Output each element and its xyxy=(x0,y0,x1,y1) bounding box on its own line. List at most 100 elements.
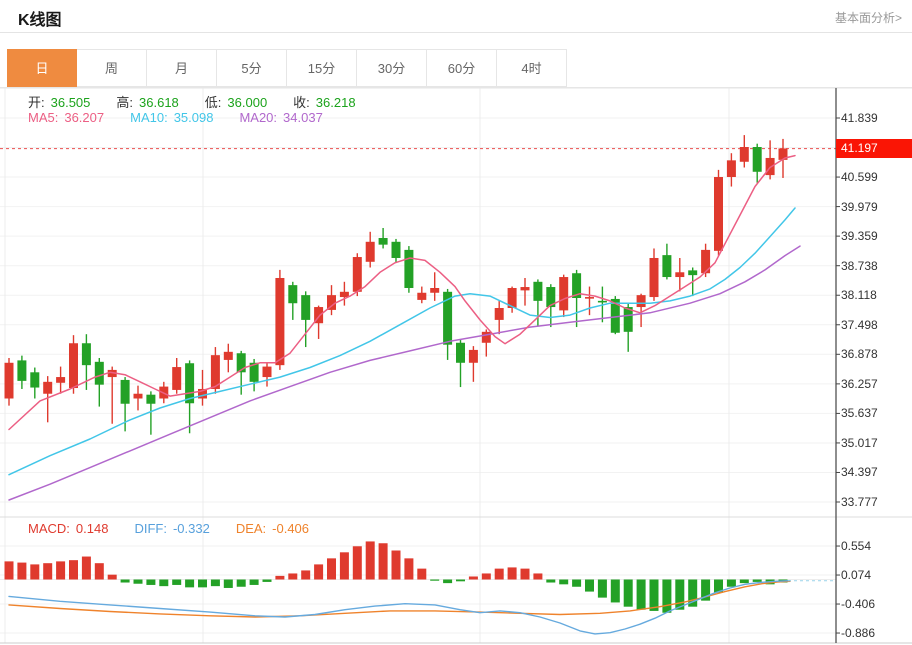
macd-bar xyxy=(366,541,375,579)
macd-bar xyxy=(650,580,659,611)
info-value: 36.618 xyxy=(139,95,179,110)
macd-bar xyxy=(379,543,388,579)
candle-body xyxy=(495,308,504,320)
tab-interval-5[interactable]: 30分 xyxy=(357,49,427,87)
macd-bar xyxy=(495,569,504,580)
candle-body xyxy=(301,295,310,320)
price-tick-label: 39.359 xyxy=(841,229,878,243)
tab-interval-7[interactable]: 4时 xyxy=(497,49,567,87)
candle-body xyxy=(69,343,78,388)
macd-bar xyxy=(624,580,633,607)
macd-bar xyxy=(134,580,143,584)
macd-bar xyxy=(224,580,233,588)
candle-body xyxy=(533,282,542,301)
candle-body xyxy=(688,270,697,275)
candle-body xyxy=(366,242,375,262)
price-tick-label: 35.017 xyxy=(841,436,878,450)
info-pair: MA5: 36.207 xyxy=(28,110,110,125)
macd-bar xyxy=(740,580,749,584)
macd-bar xyxy=(121,580,130,583)
tab-interval-3[interactable]: 5分 xyxy=(217,49,287,87)
tab-interval-2[interactable]: 月 xyxy=(147,49,217,87)
info-pair: 高: 36.618 xyxy=(116,92,184,111)
macd-bar xyxy=(159,580,168,587)
macd-bar xyxy=(275,576,284,580)
price-tick-label: 37.498 xyxy=(841,318,878,332)
price-tick-label: 34.397 xyxy=(841,465,878,479)
price-tick-label: 40.599 xyxy=(841,170,878,184)
macd-bar xyxy=(392,551,401,580)
info-value: 34.037 xyxy=(283,110,323,125)
candle-body xyxy=(598,301,607,303)
info-pair: MACD:0.148 xyxy=(28,521,114,536)
price-tick-label: 36.257 xyxy=(841,377,878,391)
macd-bar xyxy=(430,580,439,581)
candle-body xyxy=(224,352,233,360)
price-tick-label: 38.118 xyxy=(841,288,877,302)
info-label: MA10: xyxy=(130,110,168,125)
info-pair: 低:36.000 xyxy=(205,92,273,111)
macd-bar xyxy=(263,580,272,582)
macd-tick-label: -0.406 xyxy=(841,597,875,611)
info-label: DEA: xyxy=(236,521,266,536)
macd-bar xyxy=(598,580,607,598)
candle-body xyxy=(559,277,568,310)
macd-bar xyxy=(469,576,478,579)
info-pair: DIFF: -0.332 xyxy=(134,521,215,536)
tab-interval-4[interactable]: 15分 xyxy=(287,49,357,87)
macd-bar xyxy=(185,580,194,588)
info-label: 收: xyxy=(293,95,310,110)
tab-interval-6[interactable]: 60分 xyxy=(427,49,497,87)
tab-interval-0[interactable]: 日 xyxy=(7,49,77,87)
price-tick-label: 41.839 xyxy=(841,111,878,125)
ma10-line xyxy=(9,208,795,475)
macd-bar xyxy=(611,580,620,603)
macd-bar xyxy=(482,573,491,579)
macd-bar xyxy=(727,580,736,587)
candle-body xyxy=(675,272,684,277)
candle-body xyxy=(727,160,736,177)
price-tick-label: 38.738 xyxy=(841,259,878,273)
macd-tick-label: 0.554 xyxy=(841,539,871,553)
price-tick-label: 35.637 xyxy=(841,406,878,420)
kline-app: K线图 基本面分析> 日周月5分15分30分60分4时 开:36.505高:36… xyxy=(0,0,912,645)
candle-body xyxy=(56,377,65,383)
macd-bar xyxy=(108,575,117,580)
macd-bar xyxy=(5,561,14,579)
candle-body xyxy=(430,288,439,293)
info-label: MA5: xyxy=(28,110,58,125)
candle-body xyxy=(753,147,762,172)
info-label: 高: xyxy=(116,95,133,110)
macd-bar xyxy=(559,580,568,585)
price-tick-label: 33.777 xyxy=(841,495,878,509)
macd-bar xyxy=(314,564,323,579)
info-value: 36.207 xyxy=(64,110,104,125)
macd-bar xyxy=(30,564,39,579)
candle-body xyxy=(417,293,426,300)
macd-bar xyxy=(753,580,762,582)
info-value: -0.332 xyxy=(173,521,210,536)
macd-bar xyxy=(237,580,246,587)
info-value: -0.406 xyxy=(272,521,309,536)
macd-bar xyxy=(353,546,362,579)
candle-body xyxy=(146,395,155,404)
info-label: MACD: xyxy=(28,521,70,536)
info-value: 35.098 xyxy=(174,110,214,125)
macd-bar xyxy=(301,570,310,579)
info-label: MA20: xyxy=(239,110,277,125)
macd-bar xyxy=(456,580,465,582)
macd-bar xyxy=(17,563,26,580)
macd-bar xyxy=(637,580,646,610)
macd-bar xyxy=(521,569,530,580)
info-pair: 收:36.218 xyxy=(293,92,361,111)
macd-bar xyxy=(146,580,155,585)
candle-body xyxy=(263,367,272,377)
candle-body xyxy=(43,382,52,394)
macd-bar xyxy=(69,560,78,579)
tab-interval-1[interactable]: 周 xyxy=(77,49,147,87)
macd-bar xyxy=(546,580,555,583)
candle-body xyxy=(95,362,104,385)
candle-body xyxy=(714,177,723,251)
info-label: DIFF: xyxy=(134,521,167,536)
candle-body xyxy=(5,363,14,399)
